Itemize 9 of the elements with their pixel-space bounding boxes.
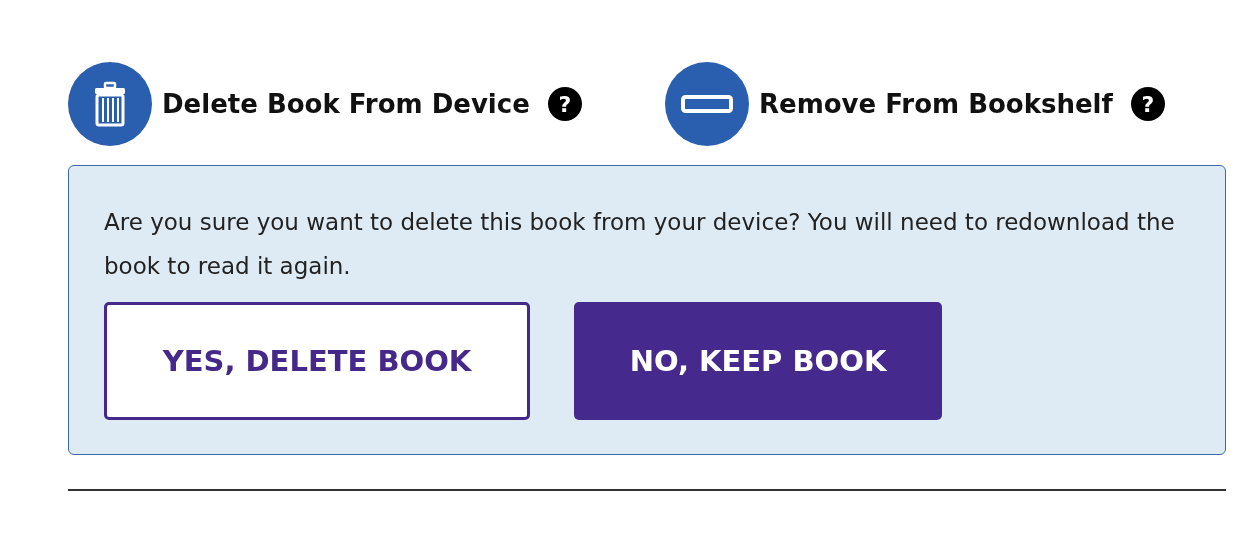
action-label[interactable]: Remove From Bookshelf bbox=[759, 89, 1113, 119]
trash-icon[interactable] bbox=[68, 62, 152, 146]
delete-button[interactable]: YES, DELETE BOOK bbox=[104, 302, 530, 420]
minus-icon[interactable] bbox=[665, 62, 749, 146]
action-label[interactable]: Delete Book From Device bbox=[162, 89, 530, 119]
keep-button[interactable]: NO, KEEP BOOK bbox=[574, 302, 942, 420]
confirm-message: Are you sure you want to delete this book from your device? You will need to redownload the book to read it again. bbox=[104, 208, 1176, 281]
help-button[interactable]: ? bbox=[547, 87, 582, 121]
help-button[interactable]: ? bbox=[1130, 87, 1165, 121]
